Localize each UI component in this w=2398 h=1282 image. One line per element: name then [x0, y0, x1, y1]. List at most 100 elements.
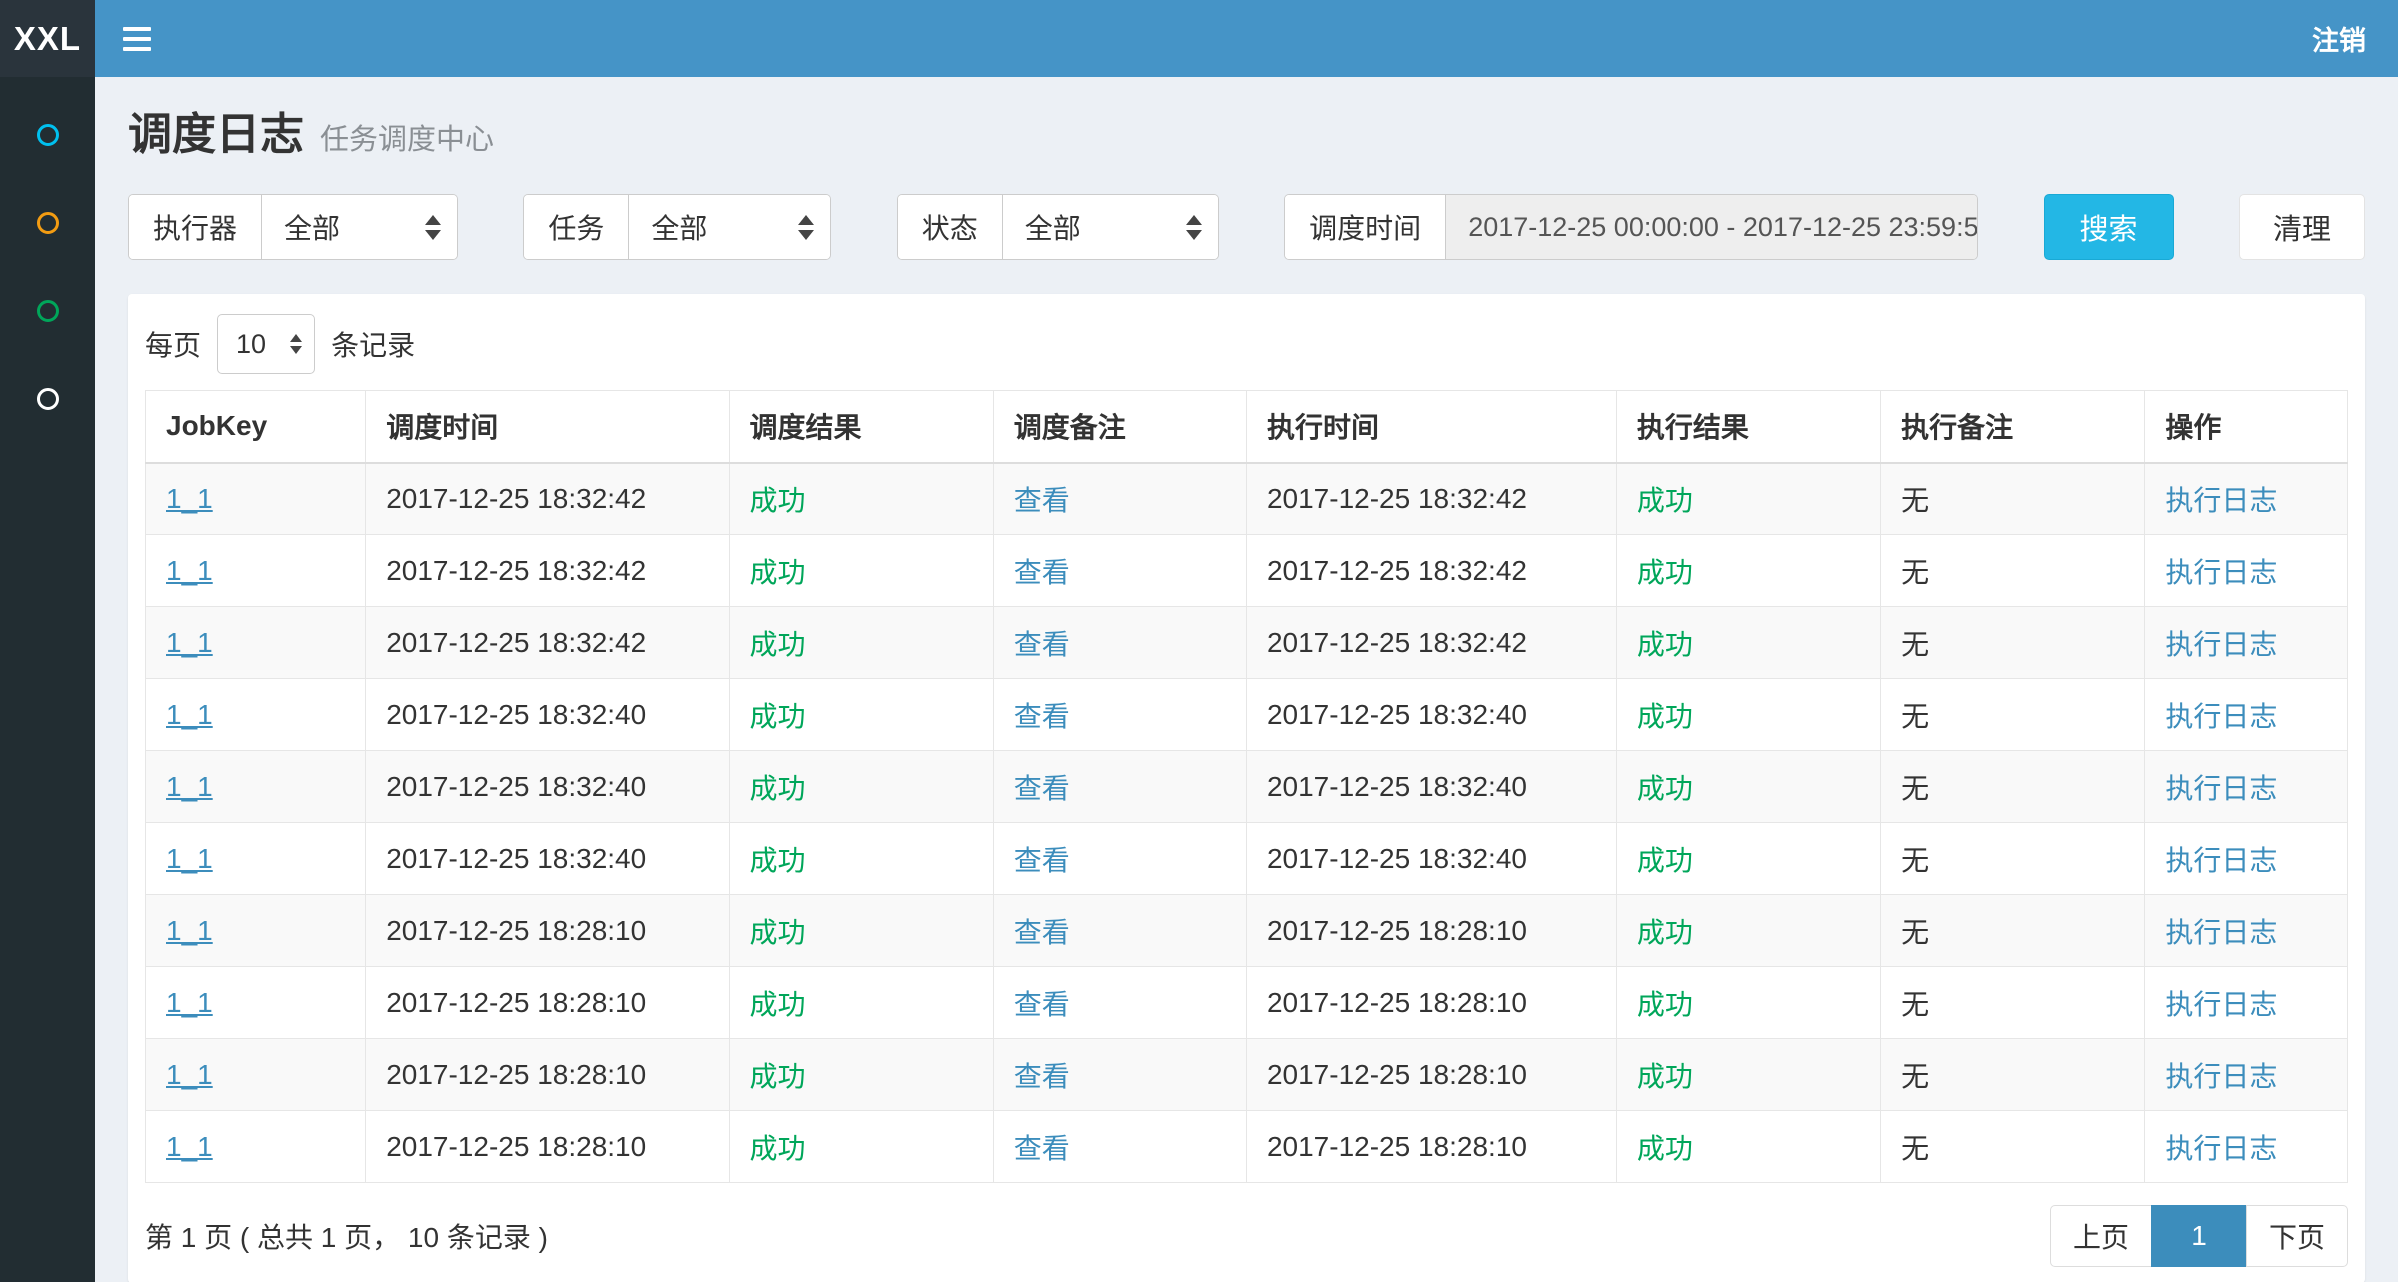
trigger-result-badge: 成功	[750, 557, 806, 588]
pagination-summary: 第 1 页 ( 总共 1 页， 10 条记录 )	[145, 1216, 548, 1256]
handle-result-badge: 成功	[1637, 1061, 1693, 1092]
page-1-button[interactable]: 1	[2151, 1205, 2247, 1267]
trigger-msg-link[interactable]: 查看	[1014, 917, 1070, 948]
job-select[interactable]: 全部	[629, 195, 830, 259]
header-trigger-result[interactable]: 调度结果	[729, 391, 993, 463]
executor-select[interactable]: 全部	[262, 195, 457, 259]
header-jobkey[interactable]: JobKey	[146, 391, 366, 463]
executor-select-value: 全部	[284, 207, 340, 247]
trigger-msg-link[interactable]: 查看	[1014, 1061, 1070, 1092]
trigger-time-cell: 2017-12-25 18:28:10	[366, 1039, 729, 1111]
jobkey-link[interactable]: 1_1	[166, 1059, 213, 1090]
status-select[interactable]: 全部	[1003, 195, 1218, 259]
jobkey-link[interactable]: 1_1	[166, 555, 213, 586]
page-size-prefix-label: 每页	[145, 324, 201, 364]
trigger-time-range-value: 2017-12-25 00:00:00 - 2017-12-25 23:59:5…	[1468, 212, 1977, 243]
header-trigger-time[interactable]: 调度时间	[366, 391, 729, 463]
trigger-result-badge: 成功	[750, 989, 806, 1020]
trigger-msg-link[interactable]: 查看	[1014, 701, 1070, 732]
page-size-suffix-label: 条记录	[331, 324, 415, 364]
handle-result-badge: 成功	[1637, 629, 1693, 660]
main-content: 调度日志 任务调度中心 执行器 全部 任务 全部 状态 全部	[95, 0, 2398, 1282]
trigger-time-cell: 2017-12-25 18:32:40	[366, 751, 729, 823]
sidebar-item-3[interactable]	[0, 267, 95, 355]
header-action[interactable]: 操作	[2145, 391, 2348, 463]
trigger-msg-link[interactable]: 查看	[1014, 773, 1070, 804]
trigger-time-cell: 2017-12-25 18:32:40	[366, 823, 729, 895]
jobkey-link[interactable]: 1_1	[166, 915, 213, 946]
exec-log-link[interactable]: 执行日志	[2165, 917, 2277, 948]
select-arrows-icon	[425, 215, 441, 240]
select-arrows-icon	[1186, 215, 1202, 240]
trigger-msg-link[interactable]: 查看	[1014, 485, 1070, 516]
clear-button[interactable]: 清理	[2239, 194, 2365, 260]
prev-page-button[interactable]: 上页	[2050, 1205, 2152, 1267]
trigger-result-badge: 成功	[750, 1133, 806, 1164]
sidebar-item-2[interactable]	[0, 179, 95, 267]
trigger-result-badge: 成功	[750, 917, 806, 948]
exec-log-link[interactable]: 执行日志	[2165, 845, 2277, 876]
trigger-result-badge: 成功	[750, 773, 806, 804]
jobkey-link[interactable]: 1_1	[166, 627, 213, 658]
table-row: 1_1 2017-12-25 18:32:42 成功 查看 2017-12-25…	[146, 535, 2348, 607]
next-page-button[interactable]: 下页	[2246, 1205, 2348, 1267]
table-row: 1_1 2017-12-25 18:32:42 成功 查看 2017-12-25…	[146, 463, 2348, 535]
exec-log-link[interactable]: 执行日志	[2165, 701, 2277, 732]
exec-log-link[interactable]: 执行日志	[2165, 1133, 2277, 1164]
job-filter: 任务 全部	[523, 194, 831, 260]
handle-msg-cell: 无	[1881, 463, 2145, 535]
status-filter: 状态 全部	[897, 194, 1219, 260]
trigger-result-badge: 成功	[750, 701, 806, 732]
exec-log-link[interactable]: 执行日志	[2165, 629, 2277, 660]
jobkey-link[interactable]: 1_1	[166, 1131, 213, 1162]
exec-log-link[interactable]: 执行日志	[2165, 773, 2277, 804]
header-handle-result[interactable]: 执行结果	[1616, 391, 1880, 463]
header-handle-msg[interactable]: 执行备注	[1881, 391, 2145, 463]
trigger-msg-link[interactable]: 查看	[1014, 629, 1070, 660]
handle-msg-cell: 无	[1881, 751, 2145, 823]
jobkey-link[interactable]: 1_1	[166, 843, 213, 874]
handle-time-cell: 2017-12-25 18:32:40	[1246, 679, 1616, 751]
search-button[interactable]: 搜索	[2044, 194, 2174, 260]
menu-toggle-icon[interactable]	[123, 27, 151, 51]
trigger-msg-link[interactable]: 查看	[1014, 557, 1070, 588]
schedule-log-table: JobKey 调度时间 调度结果 调度备注 执行时间 执行结果 执行备注 操作 …	[145, 390, 2348, 1183]
executor-filter: 执行器 全部	[128, 194, 458, 260]
trigger-msg-link[interactable]: 查看	[1014, 1133, 1070, 1164]
handle-msg-cell: 无	[1881, 1111, 2145, 1183]
exec-log-link[interactable]: 执行日志	[2165, 485, 2277, 516]
handle-result-badge: 成功	[1637, 701, 1693, 732]
exec-log-link[interactable]: 执行日志	[2165, 989, 2277, 1020]
sidebar-item-4[interactable]	[0, 355, 95, 443]
header-trigger-msg[interactable]: 调度备注	[993, 391, 1246, 463]
exec-log-link[interactable]: 执行日志	[2165, 557, 2277, 588]
jobkey-link[interactable]: 1_1	[166, 483, 213, 514]
trigger-time-range-input[interactable]: 2017-12-25 00:00:00 - 2017-12-25 23:59:5…	[1446, 195, 1977, 259]
handle-time-cell: 2017-12-25 18:28:10	[1246, 895, 1616, 967]
jobkey-link[interactable]: 1_1	[166, 699, 213, 730]
status-filter-label: 状态	[898, 195, 1003, 259]
table-row: 1_1 2017-12-25 18:28:10 成功 查看 2017-12-25…	[146, 967, 2348, 1039]
trigger-time-filter: 调度时间 2017-12-25 00:00:00 - 2017-12-25 23…	[1284, 194, 1978, 260]
trigger-time-cell: 2017-12-25 18:28:10	[366, 1111, 729, 1183]
jobkey-link[interactable]: 1_1	[166, 771, 213, 802]
exec-log-link[interactable]: 执行日志	[2165, 1061, 2277, 1092]
table-row: 1_1 2017-12-25 18:28:10 成功 查看 2017-12-25…	[146, 895, 2348, 967]
handle-result-badge: 成功	[1637, 1133, 1693, 1164]
app-logo[interactable]: XXL	[0, 0, 95, 77]
page-size-select[interactable]: 10	[217, 314, 315, 374]
trigger-msg-link[interactable]: 查看	[1014, 845, 1070, 876]
logout-link[interactable]: 注销	[2312, 19, 2366, 58]
trigger-time-filter-label: 调度时间	[1285, 195, 1446, 259]
select-arrows-icon	[290, 334, 302, 354]
handle-msg-cell: 无	[1881, 679, 2145, 751]
trigger-msg-link[interactable]: 查看	[1014, 989, 1070, 1020]
handle-msg-cell: 无	[1881, 1039, 2145, 1111]
circle-orange-icon	[37, 212, 59, 234]
trigger-time-cell: 2017-12-25 18:32:42	[366, 535, 729, 607]
header-handle-time[interactable]: 执行时间	[1246, 391, 1616, 463]
handle-result-badge: 成功	[1637, 485, 1693, 516]
handle-result-badge: 成功	[1637, 845, 1693, 876]
jobkey-link[interactable]: 1_1	[166, 987, 213, 1018]
sidebar-item-1[interactable]	[0, 91, 95, 179]
